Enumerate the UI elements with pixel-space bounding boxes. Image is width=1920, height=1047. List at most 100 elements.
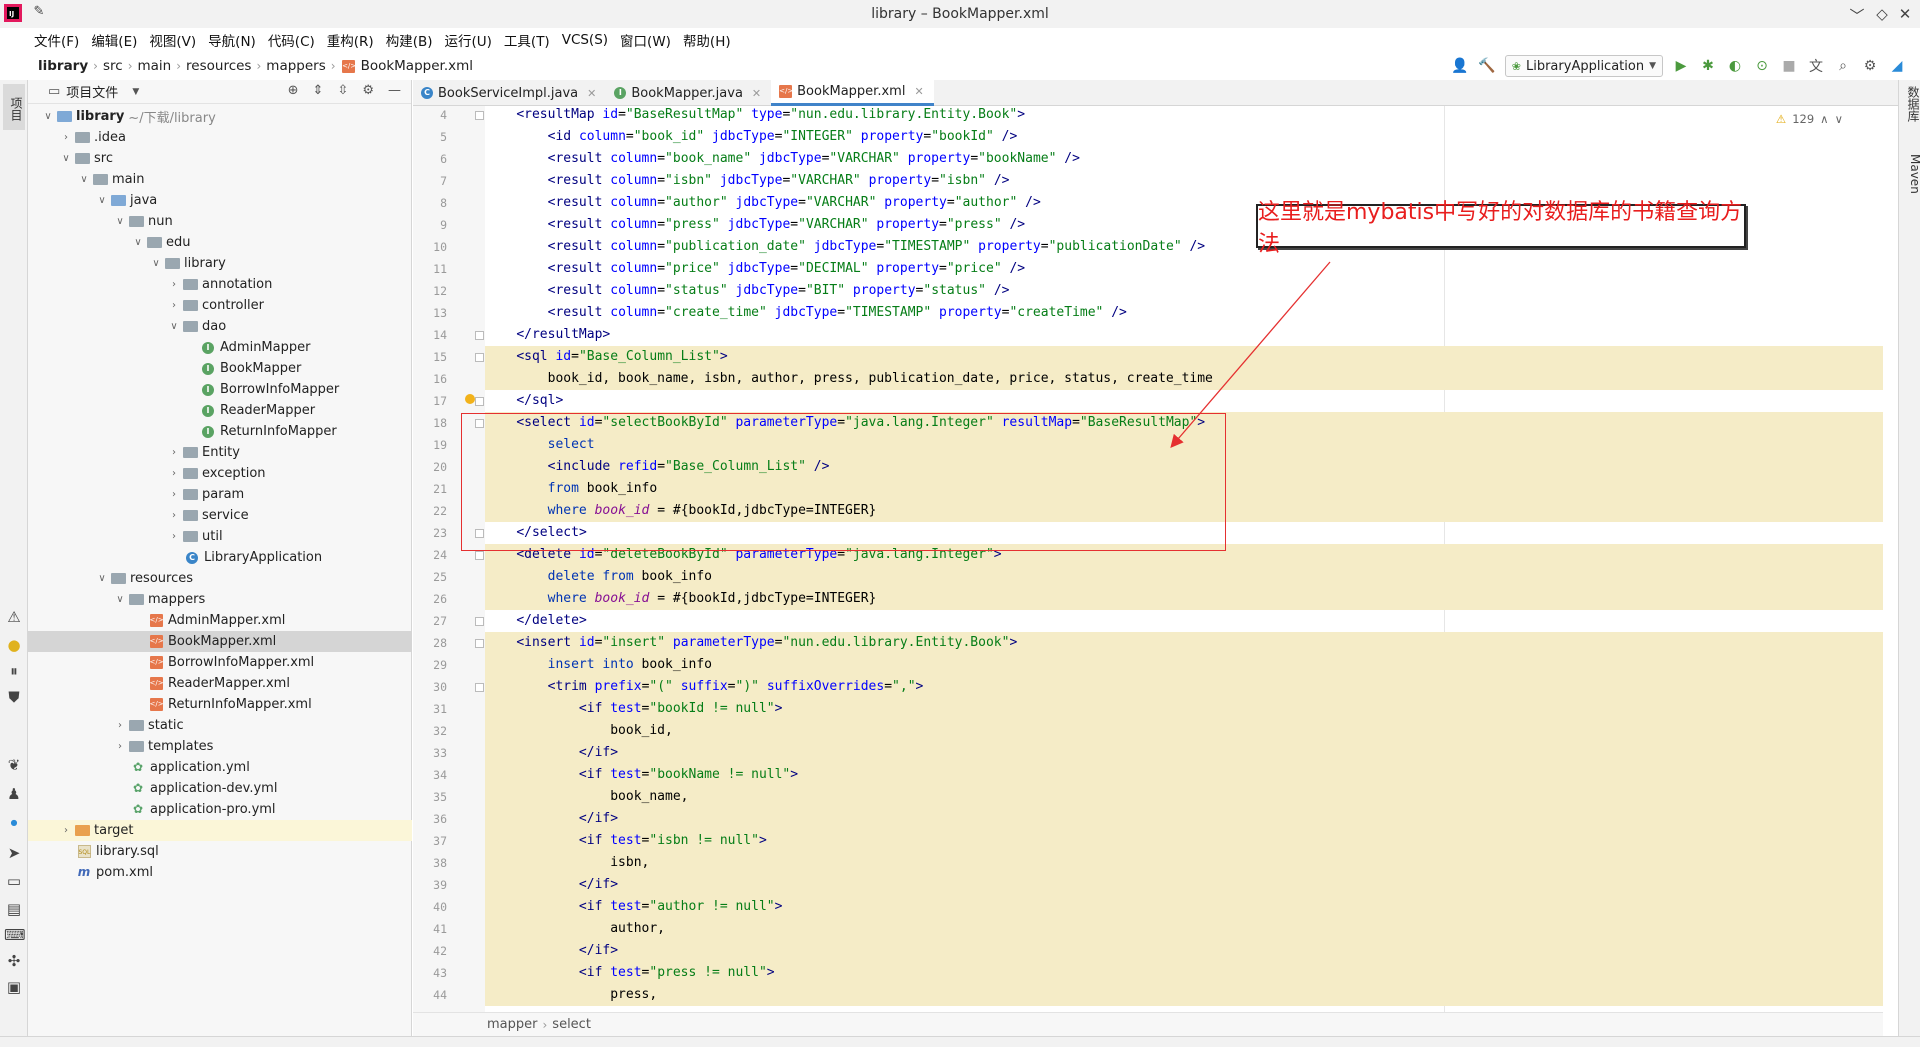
tree-item-application-dev-yml[interactable]: ✿ application-dev.yml	[28, 778, 412, 799]
code-line[interactable]: <result column="book_name" jdbcType="VAR…	[485, 148, 1080, 170]
tree-item-library-sql[interactable]: SQL library.sql	[28, 841, 412, 862]
tree-item-java[interactable]: ∨ java	[28, 190, 412, 211]
chevron-down-icon[interactable]: ∨	[166, 321, 182, 332]
terminal-icon[interactable]: ▭	[4, 872, 24, 892]
tree-item-returninfomapper-xml[interactable]: </> ReturnInfoMapper.xml	[28, 694, 412, 715]
tree-item-edu[interactable]: ∨ edu	[28, 232, 412, 253]
fold-marker-icon[interactable]	[475, 639, 484, 648]
penguin-icon[interactable]: ♟	[4, 785, 24, 805]
code-line[interactable]: <result column="author" jdbcType="VARCHA…	[485, 192, 1041, 214]
tree-item-application-yml[interactable]: ✿ application.yml	[28, 757, 412, 778]
menu-refactor[interactable]: 重构(R)	[321, 30, 380, 50]
notification-icon[interactable]: ⚠	[4, 608, 24, 628]
close-icon[interactable]: ✕	[1896, 5, 1914, 23]
code-line[interactable]: <id column="book_id" jdbcType="INTEGER" …	[485, 126, 1018, 148]
build-hammer-icon[interactable]: 🔨	[1478, 57, 1496, 75]
chevron-right-icon[interactable]: ›	[112, 741, 128, 752]
chevron-down-icon[interactable]: ∨	[112, 594, 128, 605]
chevron-down-icon[interactable]: ∨	[76, 174, 92, 185]
menu-run[interactable]: 运行(U)	[439, 30, 498, 50]
chevron-right-icon[interactable]: ›	[166, 468, 182, 479]
code-line[interactable]: where book_id = #{bookId,jdbcType=INTEGE…	[485, 588, 877, 610]
hide-panel-icon[interactable]: —	[388, 83, 401, 98]
tool-tab-project[interactable]: 项目	[3, 84, 25, 130]
breadcrumb-file[interactable]: BookMapper.xml	[361, 58, 473, 74]
tree-item-exception[interactable]: › exception	[28, 463, 412, 484]
ide-update-icon[interactable]: ◢	[1888, 57, 1906, 75]
profile-icon[interactable]: ⊙	[1753, 57, 1771, 75]
locate-file-icon[interactable]: ⊕	[288, 83, 299, 98]
chevron-down-icon[interactable]: ∨	[94, 573, 110, 584]
code-line[interactable]: book_name,	[485, 786, 688, 808]
search-icon[interactable]: ⌕	[1834, 57, 1852, 75]
tab-bookmapper-xml[interactable]: </> BookMapper.xml ✕	[771, 80, 934, 106]
code-line[interactable]: <if test="isbn != null">	[485, 830, 767, 852]
menu-code[interactable]: 代码(C)	[262, 30, 321, 50]
close-icon[interactable]: ✕	[914, 85, 923, 98]
menu-build[interactable]: 构建(B)	[380, 30, 439, 50]
collapse-all-icon[interactable]: ⇳	[337, 83, 348, 98]
tree-item-readermapper[interactable]: I ReaderMapper	[28, 400, 412, 421]
expand-all-icon[interactable]: ⇕	[313, 83, 324, 98]
tree-item-target[interactable]: › target	[28, 820, 412, 841]
chevron-right-icon[interactable]: ›	[58, 132, 74, 143]
minimize-icon[interactable]: ﹀	[1848, 5, 1866, 26]
code-line[interactable]: delete from book_info	[485, 566, 712, 588]
code-line[interactable]: </resultMap>	[485, 324, 610, 346]
chevron-right-icon[interactable]: ›	[166, 279, 182, 290]
fold-marker-icon[interactable]	[475, 397, 484, 406]
chevron-right-icon[interactable]: ›	[58, 825, 74, 836]
chevron-down-icon[interactable]: ∨	[148, 258, 164, 269]
code-line[interactable]: <result column="press" jdbcType="VARCHAR…	[485, 214, 1026, 236]
tree-item-controller[interactable]: › controller	[28, 295, 412, 316]
code-line[interactable]: author,	[485, 918, 665, 940]
tree-item-library-root[interactable]: ∨ library ~/下载/library	[28, 106, 412, 127]
chevron-right-icon[interactable]: ›	[166, 447, 182, 458]
code-line[interactable]: <result column="publication_date" jdbcTy…	[485, 236, 1206, 258]
menu-view[interactable]: 视图(V)	[143, 30, 202, 50]
fold-marker-icon[interactable]	[475, 551, 484, 560]
menu-file[interactable]: 文件(F)	[28, 30, 85, 50]
close-icon[interactable]: ✕	[587, 87, 596, 100]
maximize-icon[interactable]: ◇	[1873, 5, 1891, 23]
chevron-down-icon[interactable]: ∨	[1835, 112, 1843, 126]
tab-bookmapper-java[interactable]: I BookMapper.java ✕	[606, 80, 771, 106]
clipboard-icon[interactable]: ▤	[4, 900, 24, 920]
menu-help[interactable]: 帮助(H)	[677, 30, 737, 50]
fold-marker-icon[interactable]	[475, 331, 484, 340]
code-line[interactable]: book_id,	[485, 720, 673, 742]
breadcrumb-mappers[interactable]: mappers	[266, 58, 325, 74]
tree-item-adminmapper[interactable]: I AdminMapper	[28, 337, 412, 358]
tree-item-resources[interactable]: ∨ resources	[28, 568, 412, 589]
close-icon[interactable]: ✕	[752, 87, 761, 100]
debug-icon[interactable]: ✱	[1699, 57, 1717, 75]
code-line[interactable]: insert into book_info	[485, 654, 712, 676]
menu-navigate[interactable]: 导航(N)	[202, 30, 262, 50]
tree-item-bookmapper-xml[interactable]: </> BookMapper.xml	[28, 631, 412, 652]
menu-window[interactable]: 窗口(W)	[614, 30, 677, 50]
code-line[interactable]: press,	[485, 984, 657, 1006]
tool-tab-maven[interactable]: Maven	[1900, 154, 1920, 194]
code-line[interactable]: isbn,	[485, 852, 649, 874]
plugin-icon[interactable]: ●	[4, 636, 24, 656]
inspection-indicator[interactable]: ⚠ 129 ∧ ∨	[1776, 112, 1843, 126]
breadcrumb-main[interactable]: main	[138, 58, 172, 74]
tree-item-borrowinfomapper[interactable]: I BorrowInfoMapper	[28, 379, 412, 400]
tree-item-main[interactable]: ∨ main	[28, 169, 412, 190]
fold-marker-icon[interactable]	[475, 683, 484, 692]
code-line[interactable]: </if>	[485, 874, 618, 896]
tree-item-entity[interactable]: › Entity	[28, 442, 412, 463]
tree-item-static[interactable]: › static	[28, 715, 412, 736]
fold-marker-icon[interactable]	[475, 111, 484, 120]
chevron-down-icon[interactable]: ∨	[40, 111, 56, 122]
code-line[interactable]: </if>	[485, 940, 618, 962]
translate-icon[interactable]: 文	[1807, 57, 1825, 75]
chevron-down-icon[interactable]: ▼	[132, 87, 139, 97]
tree-item-bookmapper[interactable]: I BookMapper	[28, 358, 412, 379]
code-line[interactable]: <result column="create_time" jdbcType="T…	[485, 302, 1127, 324]
chevron-down-icon[interactable]: ∨	[58, 153, 74, 164]
code-line[interactable]: </sql>	[485, 390, 563, 412]
code-line[interactable]: <sql id="Base_Column_List">	[485, 346, 727, 368]
tree-item-param[interactable]: › param	[28, 484, 412, 505]
tree-item-mappers[interactable]: ∨ mappers	[28, 589, 412, 610]
